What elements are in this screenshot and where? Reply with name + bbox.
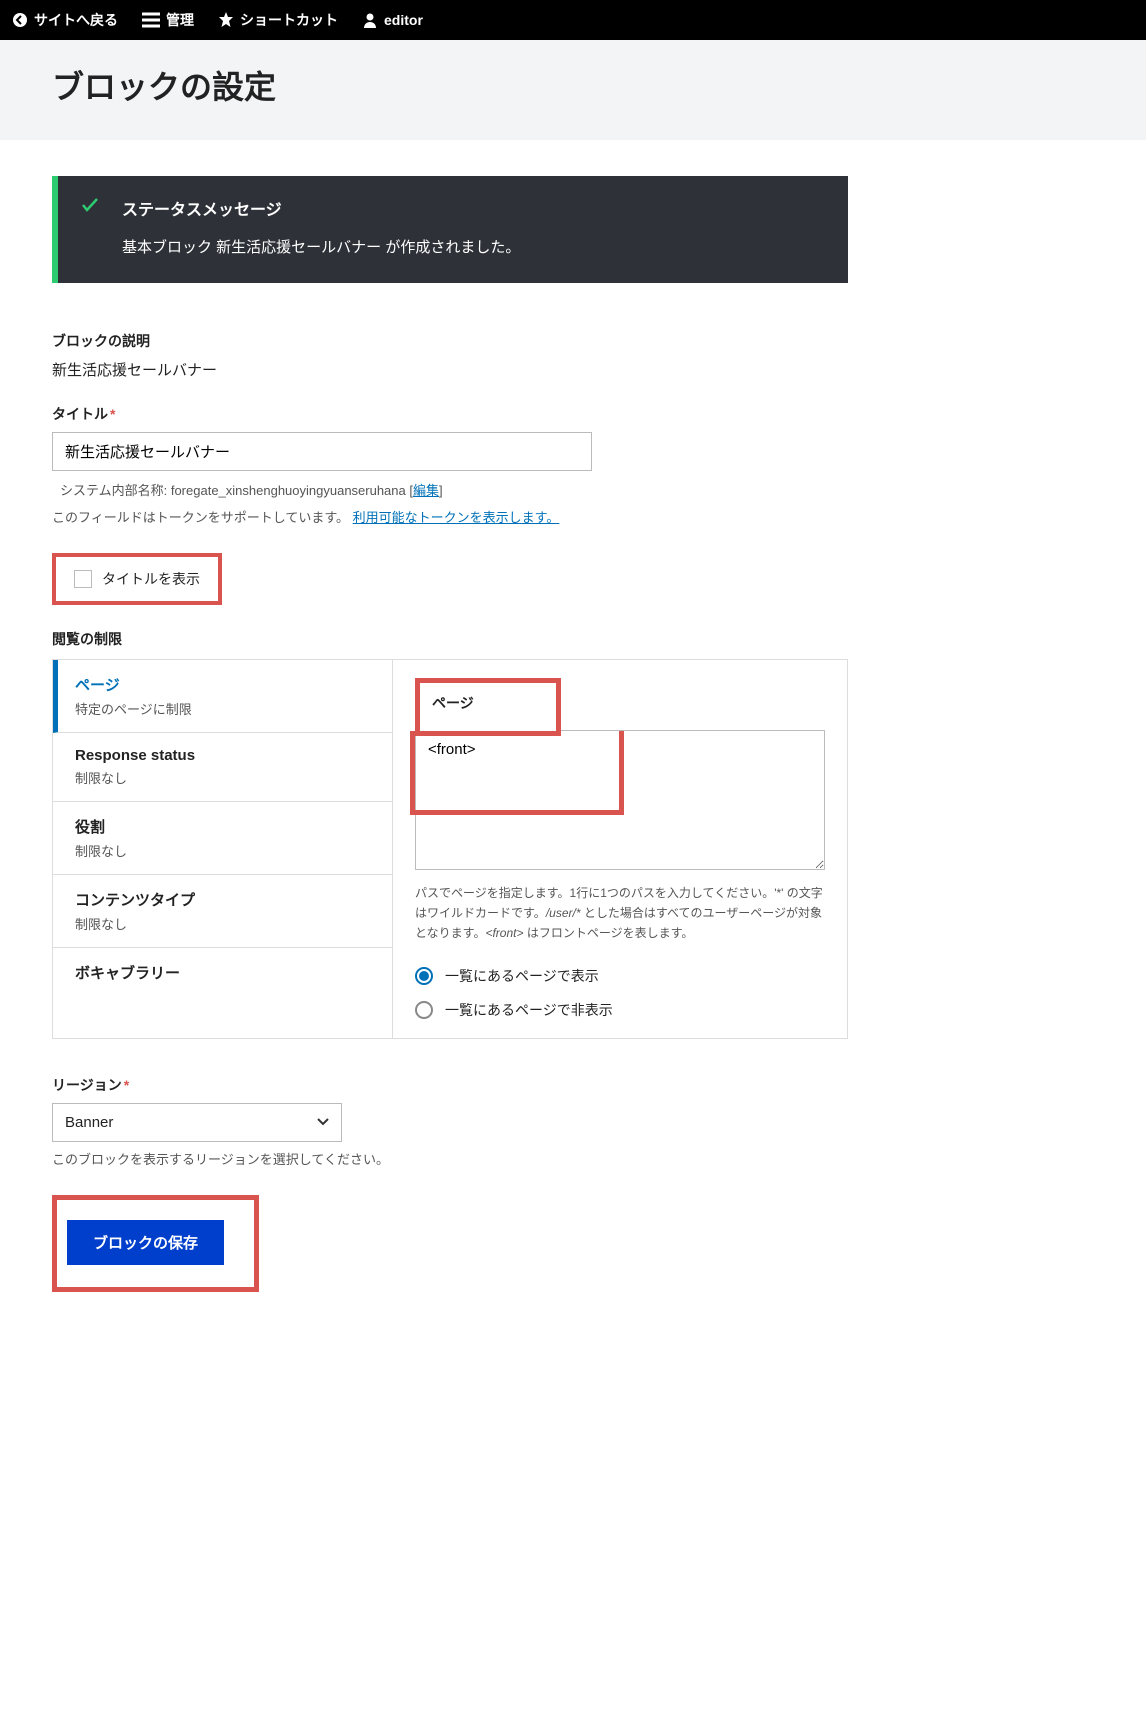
tab-sub: 特定のページに制限 [75, 699, 370, 718]
tab-title: ボキャブラリー [75, 962, 370, 983]
tab-sub: 制限なし [75, 914, 370, 933]
content-region: ステータスメッセージ 基本ブロック 新生活応援セールバナー が作成されました。 … [0, 140, 900, 1708]
page-title: ブロックの設定 [52, 62, 1094, 108]
tab-sub: 制限なし [75, 841, 370, 860]
user-link[interactable]: editor [362, 12, 423, 28]
highlight-box: ページ [415, 678, 561, 736]
field-value: 新生活応援セールバナー [52, 359, 848, 380]
back-icon [12, 12, 28, 28]
radio[interactable] [415, 967, 433, 985]
manage-link[interactable]: 管理 [142, 10, 194, 30]
footer-space [52, 1292, 848, 1672]
display-title-checkbox-wrap[interactable]: タイトルを表示 [74, 569, 200, 589]
status-message: ステータスメッセージ 基本ブロック 新生活応援セールバナー が作成されました。 [52, 176, 848, 283]
field-label: リージョン* [52, 1075, 848, 1095]
tab-content-type[interactable]: コンテンツタイプ 制限なし [53, 875, 392, 948]
tab-roles[interactable]: 役割 制限なし [53, 802, 392, 875]
textarea-wrap: <front> [415, 731, 825, 873]
edit-machine-name-link[interactable]: 編集 [413, 483, 439, 498]
tab-title: ページ [75, 674, 370, 695]
tab-title: Response status [75, 747, 370, 764]
message-body: 基本ブロック 新生活応援セールバナー が作成されました。 [122, 236, 820, 257]
machine-name-line: システム内部名称: foregate_xinshenghuoyingyuanse… [60, 481, 848, 502]
label-text: タイトル [52, 406, 108, 422]
tab-panel-pages: ページ <front> パスでページを指定します。1行に1つのパスを入力してくだ… [393, 660, 847, 1038]
region-select[interactable]: Banner [52, 1103, 342, 1142]
vertical-tabs: ページ 特定のページに制限 Response status 制限なし 役割 制限… [53, 660, 393, 1038]
radio[interactable] [415, 1001, 433, 1019]
back-to-site-link[interactable]: サイトへ戻る [12, 10, 118, 30]
select-value: Banner [65, 1114, 113, 1131]
tab-pages[interactable]: ページ 特定のページに制限 [53, 660, 392, 733]
toolbar-label: editor [384, 12, 423, 28]
title-input[interactable] [52, 432, 592, 471]
admin-toolbar: サイトへ戻る 管理 ショートカット editor [0, 0, 1146, 40]
block-description-field: ブロックの説明 新生活応援セールバナー [52, 331, 848, 380]
message-title: ステータスメッセージ [122, 196, 820, 220]
radio-label: 一覧にあるページで表示 [445, 966, 599, 986]
title-field-wrap: タイトル* システム内部名称: foregate_xinshenghuoying… [52, 404, 848, 529]
visibility-label: 閲覧の制限 [52, 629, 848, 649]
menu-icon [142, 12, 160, 28]
machine-prefix: システム内部名称: [60, 483, 171, 498]
tab-title: コンテンツタイプ [75, 889, 370, 910]
required-mark: * [110, 406, 115, 422]
check-icon [82, 198, 98, 215]
shortcuts-link[interactable]: ショートカット [218, 10, 338, 30]
star-icon [218, 12, 234, 28]
checkbox-label: タイトルを表示 [102, 569, 200, 589]
tab-sub: 制限なし [75, 768, 370, 787]
radio-hide-on-listed[interactable]: 一覧にあるページで非表示 [415, 1000, 825, 1020]
checkbox[interactable] [74, 570, 92, 588]
machine-name-value: foregate_xinshenghuoyingyuanseruhana [171, 483, 406, 498]
negate-radio-group: 一覧にあるページで表示 一覧にあるページで非表示 [415, 966, 825, 1020]
token-link[interactable]: 利用可能なトークンを表示します。 [353, 510, 560, 525]
tab-vocabulary[interactable]: ボキャブラリー [53, 948, 392, 1001]
label-text: リージョン [52, 1077, 122, 1093]
panel-label: ページ [432, 693, 474, 713]
tab-response-status[interactable]: Response status 制限なし [53, 733, 392, 802]
display-title-wrap: タイトルを表示 [52, 553, 848, 605]
region-help: このブロックを表示するリージョンを選択してください。 [52, 1150, 848, 1171]
token-help-line: このフィールドはトークンをサポートしています。 利用可能なトークンを表示します。 [52, 508, 848, 529]
tab-title: 役割 [75, 816, 370, 837]
page-header: ブロックの設定 [0, 40, 1146, 140]
save-button[interactable]: ブロックの保存 [67, 1220, 224, 1265]
highlight-box: タイトルを表示 [52, 553, 222, 605]
token-help-text: このフィールドはトークンをサポートしています。 [52, 510, 353, 525]
field-label: ブロックの説明 [52, 331, 848, 351]
radio-label: 一覧にあるページで非表示 [445, 1000, 613, 1020]
toolbar-label: サイトへ戻る [34, 10, 118, 30]
toolbar-label: 管理 [166, 10, 194, 30]
highlight-box: ブロックの保存 [52, 1195, 259, 1292]
radio-show-on-listed[interactable]: 一覧にあるページで表示 [415, 966, 825, 986]
user-icon [362, 12, 378, 28]
region-field-wrap: リージョン* Banner このブロックを表示するリージョンを選択してください。 [52, 1075, 848, 1171]
required-mark: * [124, 1077, 129, 1093]
toolbar-label: ショートカット [240, 10, 338, 30]
field-label: タイトル* [52, 404, 848, 424]
panel-description: パスでページを指定します。1行に1つのパスを入力してください。'*' の文字はワ… [415, 883, 825, 944]
visibility-container: ページ 特定のページに制限 Response status 制限なし 役割 制限… [52, 659, 848, 1039]
pages-textarea[interactable]: <front> [415, 730, 825, 870]
chevron-down-icon [317, 1115, 329, 1129]
